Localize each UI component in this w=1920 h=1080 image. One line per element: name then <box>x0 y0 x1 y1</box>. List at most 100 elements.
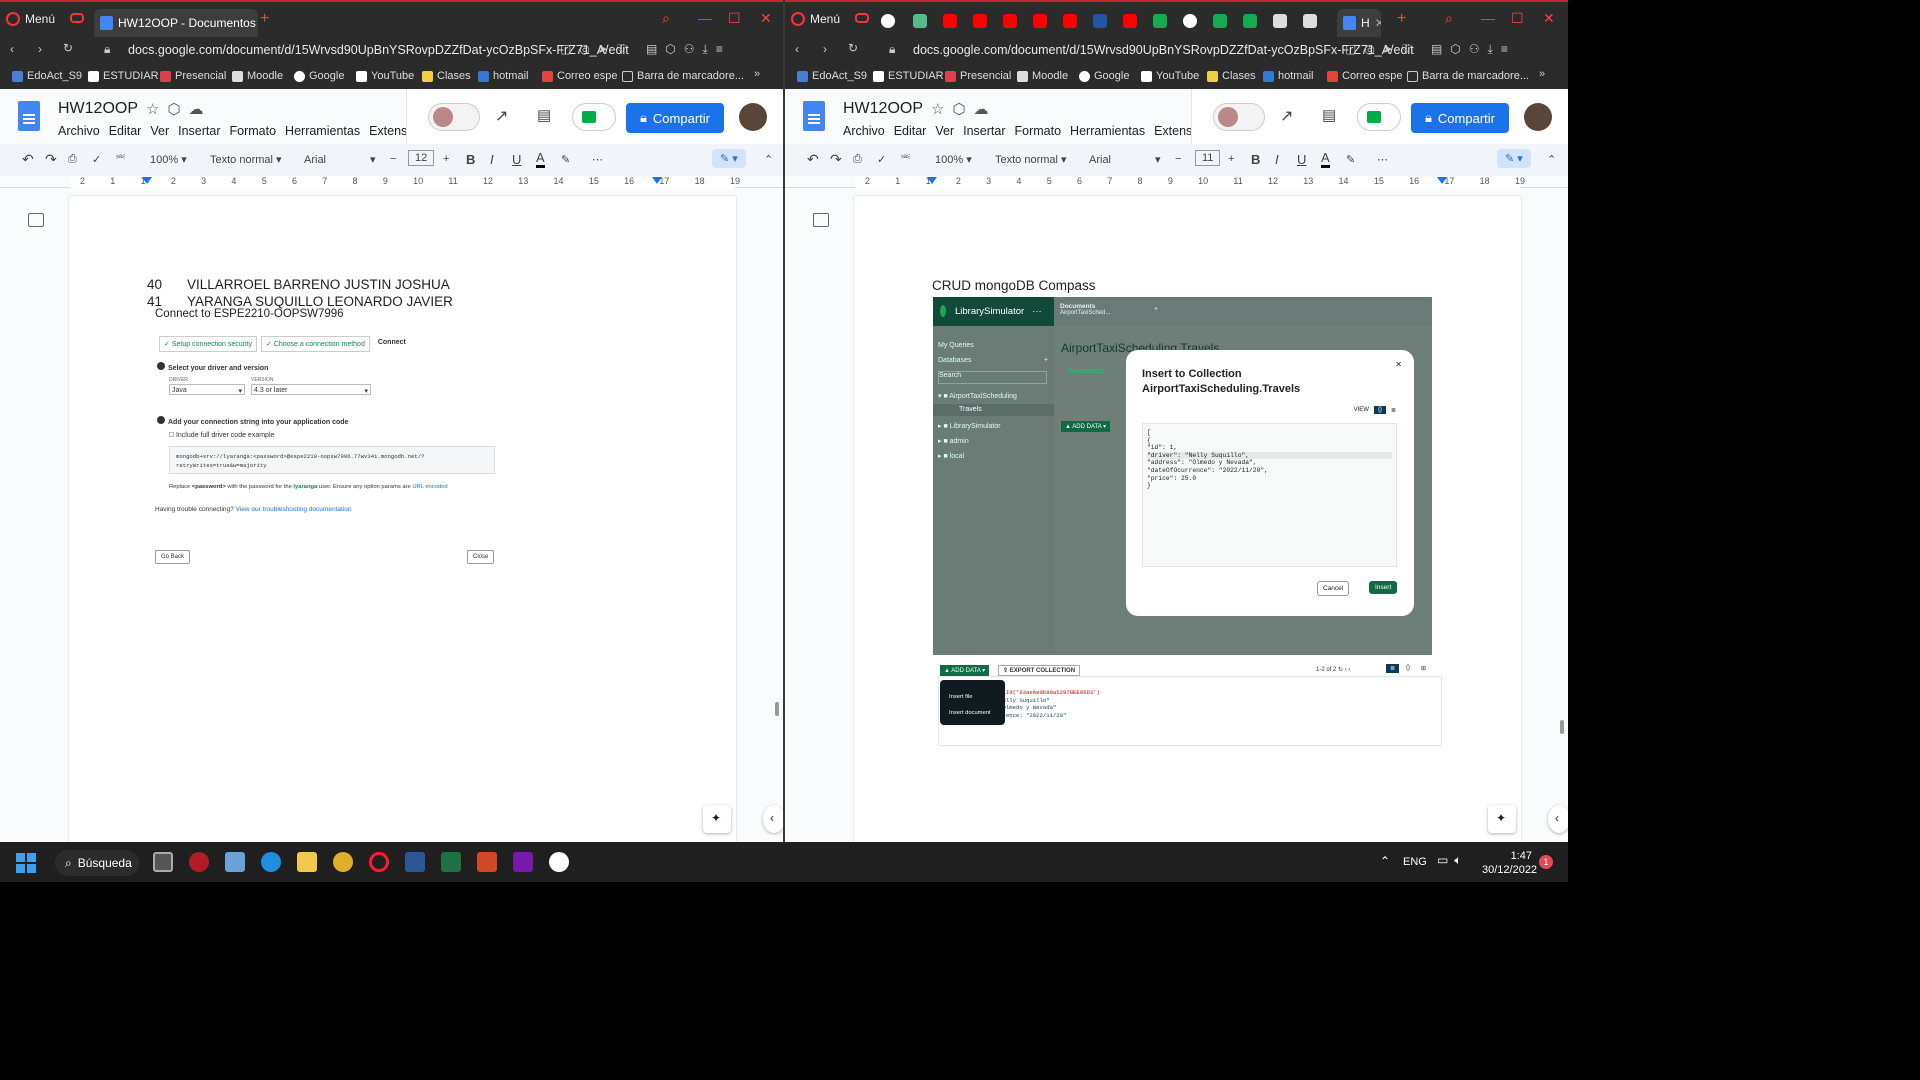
file-explorer-icon[interactable] <box>297 852 317 872</box>
bookmark-5[interactable]: Google <box>1079 70 1129 82</box>
italic-icon[interactable]: I <box>490 152 494 167</box>
text-color-icon[interactable]: A <box>1321 150 1330 168</box>
language-indicator[interactable]: ENG <box>1403 856 1427 868</box>
font-select[interactable]: Arial ▾ <box>1089 153 1161 166</box>
highlight-icon[interactable]: ✎ <box>1346 153 1355 166</box>
paint-format-icon[interactable]: ⎃ <box>116 153 125 166</box>
redo-icon[interactable]: ↷ <box>45 151 57 168</box>
bookmark-10[interactable]: Barra de marcadore... <box>622 70 744 82</box>
bookmark-4[interactable]: Moodle <box>232 70 283 82</box>
style-select[interactable]: Texto normal ▾ <box>210 153 282 166</box>
search-icon[interactable]: ⌕ <box>662 10 670 27</box>
chrome-icon[interactable] <box>333 852 353 872</box>
spellcheck-icon[interactable]: ✓ <box>877 153 886 166</box>
redo-icon[interactable]: ↷ <box>830 151 842 168</box>
app-icon[interactable] <box>189 852 209 872</box>
side-panel-toggle-icon[interactable]: ‹ <box>1548 805 1568 833</box>
activity-icon[interactable]: ↗ <box>1280 106 1293 126</box>
more-icon[interactable]: ⋯ <box>1377 153 1388 166</box>
font-select[interactable]: Arial ▾ <box>304 153 376 166</box>
bookmark-7[interactable]: Clases <box>1207 70 1256 82</box>
mongodb-compass-icon[interactable] <box>549 852 569 872</box>
user-avatar[interactable] <box>1524 103 1552 131</box>
bookmark-2[interactable]: ESTUDIAR <box>88 70 159 82</box>
title-actions[interactable]: ☆⬡☁ <box>146 100 212 118</box>
bookmark-7[interactable]: Clases <box>422 70 471 82</box>
minimize-icon[interactable]: — <box>698 10 712 26</box>
outline-icon[interactable] <box>813 213 829 227</box>
spellcheck-icon[interactable]: ✓ <box>92 153 101 166</box>
task-view-icon[interactable] <box>153 852 173 872</box>
explore-icon[interactable]: ✦ <box>1488 805 1516 833</box>
json-editor[interactable]: [ { "id": 1, "driver": "Nelly Suquillo",… <box>1142 423 1397 567</box>
excel-icon[interactable] <box>441 852 461 872</box>
reload-icon[interactable]: ↻ <box>848 41 858 55</box>
bookmark-2[interactable]: ESTUDIAR <box>873 70 944 82</box>
tab-icon[interactable] <box>1093 14 1107 28</box>
menu-archivo[interactable]: Archivo <box>58 124 100 138</box>
tab-icon[interactable] <box>913 14 927 28</box>
notification-badge[interactable]: 1 <box>1539 855 1553 869</box>
maximize-icon[interactable]: ☐ <box>728 10 741 27</box>
right-indent-marker[interactable] <box>652 177 662 184</box>
menu-extensiones[interactable]: Extens <box>369 124 407 138</box>
maximize-icon[interactable]: ☐ <box>1511 10 1524 27</box>
tab-docs[interactable]: HW12OOP - Documentos d✕ <box>94 9 258 37</box>
doc-page[interactable]: 40 VILLARROEL BARRENO JUSTIN JOSHUA 41 YAR… <box>69 196 736 842</box>
tray-icons[interactable]: ▭🔈︎ <box>1437 853 1468 868</box>
menu-formato[interactable]: Formato <box>230 124 277 138</box>
doc-page[interactable]: CRUD mongoDB Compass LibrarySimulator ···… <box>854 196 1521 842</box>
bookmark-10[interactable]: Barra de marcadore... <box>1407 70 1529 82</box>
menu-insertar[interactable]: Insertar <box>178 124 220 138</box>
bookmark-3[interactable]: Presencial <box>160 70 226 82</box>
close-window-icon[interactable]: ✕ <box>760 10 772 27</box>
close-tab-icon[interactable]: ✕ <box>1375 16 1381 30</box>
italic-icon[interactable]: I <box>1275 152 1279 167</box>
comments-icon[interactable]: ▤ <box>1322 106 1336 124</box>
new-tab-icon[interactable]: + <box>260 10 269 28</box>
doc-title[interactable]: HW12OOP <box>58 100 138 118</box>
undo-icon[interactable]: ↶ <box>22 151 34 168</box>
bookmark-5[interactable]: Google <box>294 70 344 82</box>
bookmark-6[interactable]: YouTube <box>1141 70 1199 82</box>
menu-herramientas[interactable]: Herramientas <box>1070 124 1145 138</box>
youtube-tab-icon[interactable] <box>1063 14 1077 28</box>
more-bookmarks-icon[interactable]: » <box>754 68 760 80</box>
menu-herramientas[interactable]: Herramientas <box>285 124 360 138</box>
underline-icon[interactable]: U <box>1297 152 1306 167</box>
meet-button[interactable] <box>572 103 616 131</box>
bold-icon[interactable]: B <box>1251 152 1260 167</box>
forward-icon[interactable]: › <box>823 42 827 56</box>
forward-icon[interactable]: › <box>38 42 42 56</box>
gamepad-icon[interactable] <box>855 13 869 23</box>
scrollbar-thumb[interactable] <box>1560 720 1564 734</box>
onenote-icon[interactable] <box>513 852 533 872</box>
tray-chevron-icon[interactable]: ⌃ <box>1380 854 1390 868</box>
bookmark-6[interactable]: YouTube <box>356 70 414 82</box>
collapse-icon[interactable]: ⌃ <box>764 153 773 166</box>
github-tab-icon[interactable] <box>881 14 895 28</box>
more-bookmarks-icon[interactable]: » <box>1539 68 1545 80</box>
bookmark-4[interactable]: Moodle <box>1017 70 1068 82</box>
menu-formato[interactable]: Formato <box>1015 124 1062 138</box>
share-button[interactable]: 🔒︎ Compartir <box>1411 103 1509 133</box>
close-window-icon[interactable]: ✕ <box>1543 10 1555 27</box>
menu-editar[interactable]: Editar <box>109 124 142 138</box>
youtube-tab-icon[interactable] <box>1033 14 1047 28</box>
print-icon[interactable]: ⎙ <box>853 153 862 166</box>
print-icon[interactable]: ⎙ <box>68 153 77 166</box>
explore-icon[interactable]: ✦ <box>703 805 731 833</box>
collaborators[interactable] <box>428 103 480 131</box>
insert-button[interactable]: Insert <box>1369 581 1398 594</box>
bookmark-3[interactable]: Presencial <box>945 70 1011 82</box>
apps-tab-icon[interactable] <box>1303 14 1317 28</box>
bold-icon[interactable]: B <box>466 152 475 167</box>
opera-menu-button[interactable]: Menú <box>6 12 55 26</box>
menu-insertar[interactable]: Insertar <box>963 124 1005 138</box>
zoom-select[interactable]: 100% ▾ <box>935 153 972 166</box>
paint-format-icon[interactable]: ⎃ <box>901 153 910 166</box>
github-tab-icon[interactable] <box>1183 14 1197 28</box>
docs-logo-icon[interactable] <box>18 101 40 131</box>
style-select[interactable]: Texto normal ▾ <box>995 153 1067 166</box>
menu-archivo[interactable]: Archivo <box>843 124 885 138</box>
